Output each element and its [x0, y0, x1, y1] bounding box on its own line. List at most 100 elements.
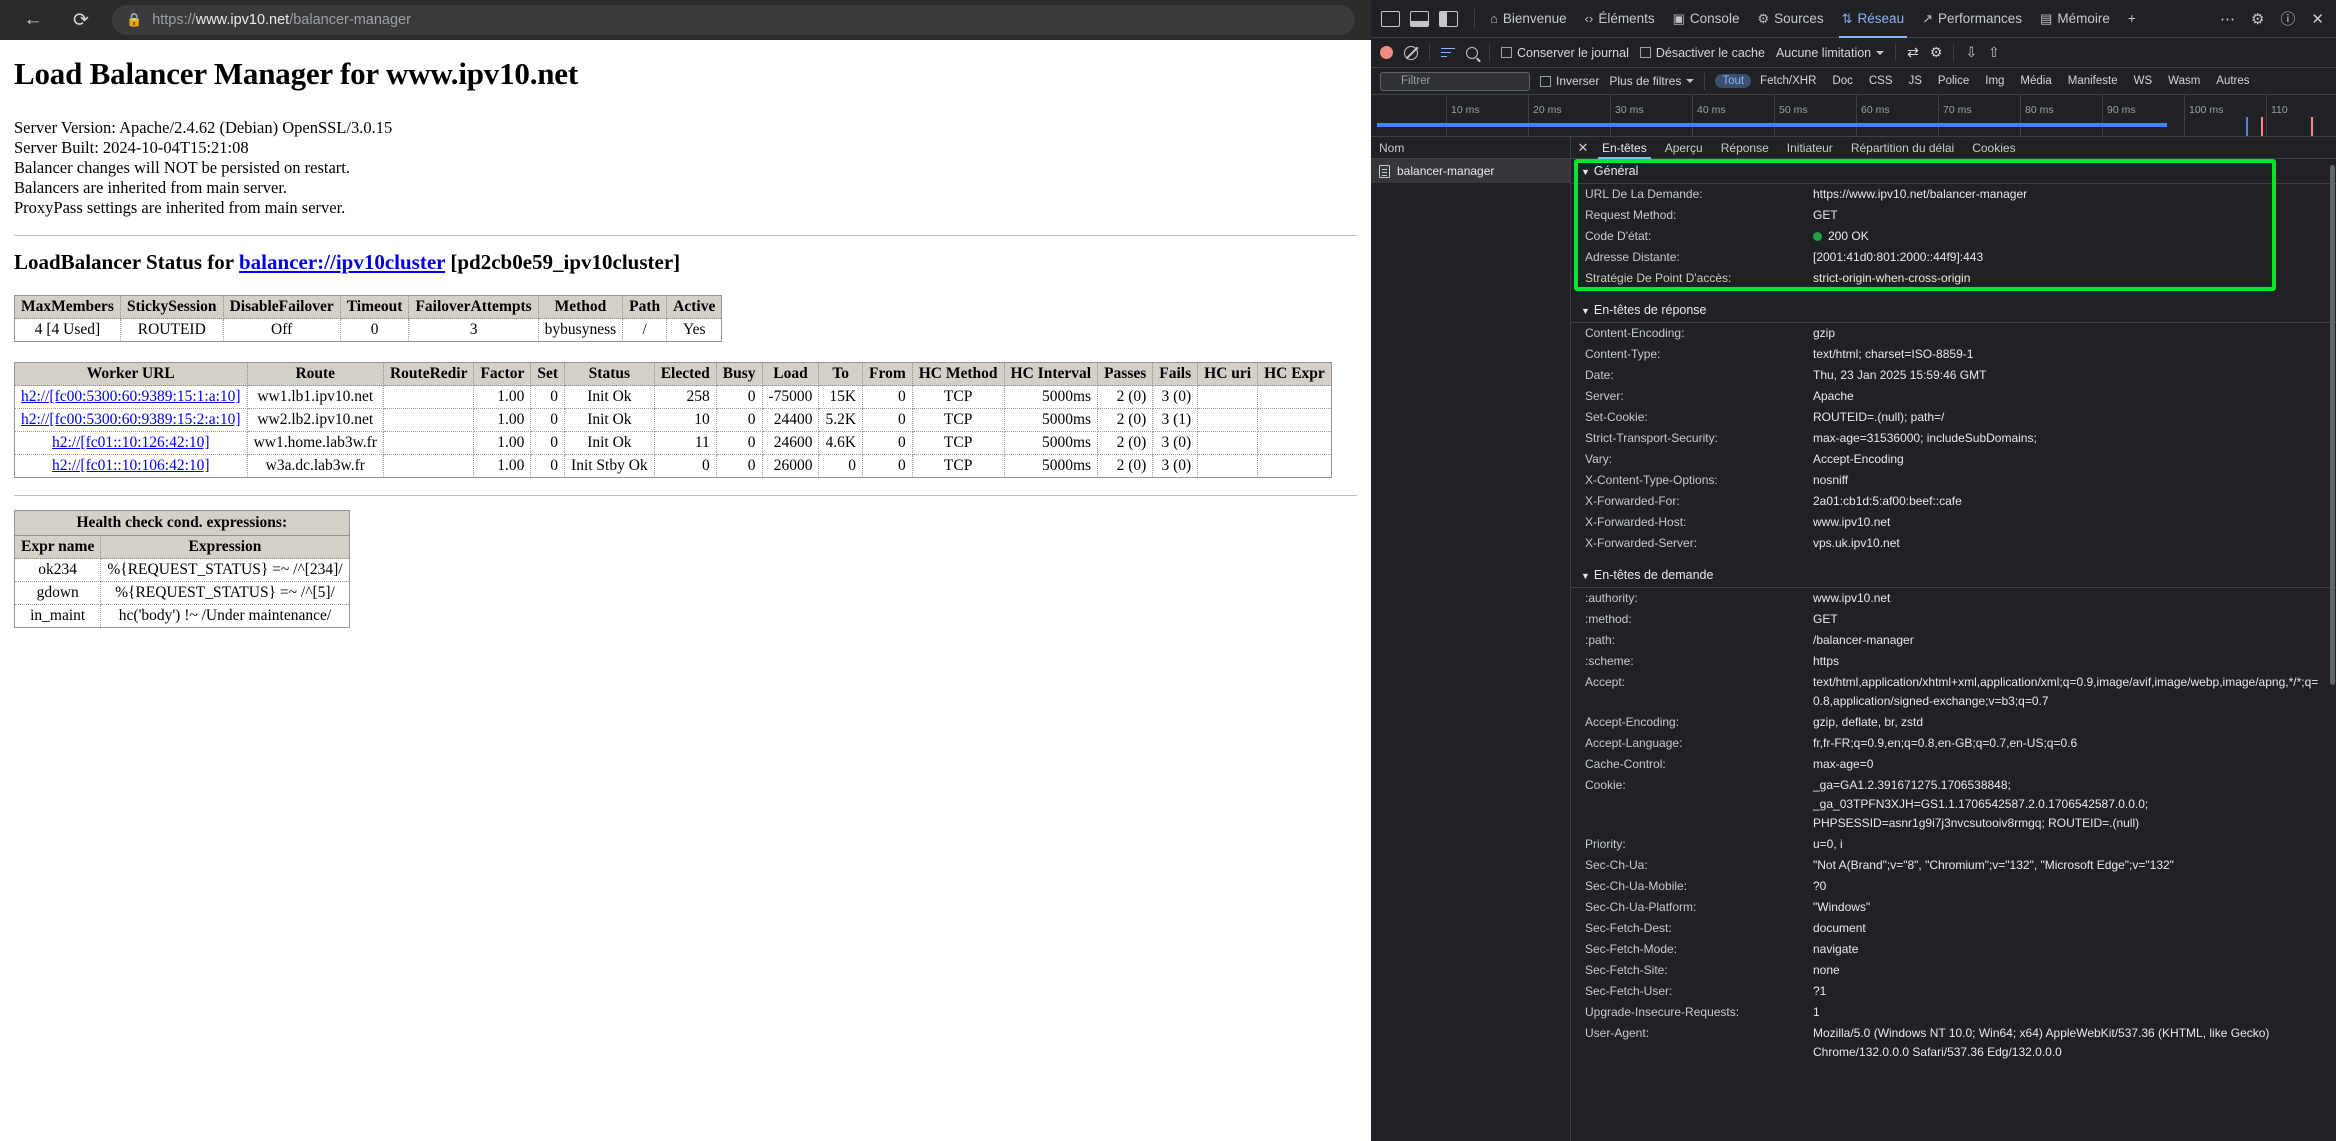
header-row: Priority: u=0, i [1571, 834, 2336, 855]
dock-side-icon[interactable] [1439, 10, 1458, 27]
filter-icon[interactable] [1441, 47, 1455, 59]
table-cell: 3 (0) [1152, 454, 1199, 478]
table-cell: 3 (1) [1152, 408, 1199, 432]
header-key: Content-Encoding: [1585, 326, 1685, 340]
table-cell: 1.00 [473, 408, 532, 432]
detail-tab-enttes[interactable]: En-têtes [1593, 137, 1656, 159]
detail-scrollbar[interactable] [2329, 159, 2336, 1141]
back-arrow-icon[interactable]: ← [16, 3, 50, 37]
filter-chip-css[interactable]: CSS [1862, 74, 1900, 88]
import-har-icon[interactable]: ⇩ [1965, 44, 1977, 61]
header-value: "Windows" [1813, 900, 1871, 914]
filter-chip-tout[interactable]: Tout [1715, 74, 1752, 88]
detail-tab-initiateur[interactable]: Initiateur [1778, 137, 1842, 159]
filter-chip-js[interactable]: JS [1902, 74, 1929, 88]
devtools-tab-bienvenue[interactable]: ⌂ Bienvenue [1481, 0, 1576, 38]
inspect-element-icon[interactable] [1381, 10, 1400, 27]
throttling-select[interactable]: Aucune limitation [1776, 46, 1885, 60]
worker-url-link[interactable]: h2://[fc01::10:106:42:10] [52, 457, 210, 474]
devtools-tab-rseau[interactable]: ⇅ Réseau [1833, 0, 1913, 38]
detail-tab-rponse[interactable]: Réponse [1712, 137, 1778, 159]
section-header[interactable]: ▼ En-têtes de demande [1571, 563, 2336, 588]
network-overview-timeline[interactable]: 10 ms 20 ms 30 ms 40 ms 50 ms 60 ms 70 ms 80 ms… [1371, 95, 2336, 137]
column-header: Timeout [339, 295, 410, 319]
invert-checkbox[interactable]: Inverser [1540, 74, 1599, 88]
worker-url-link[interactable]: h2://[fc00:5300:60:9389:15:2:a:10] [21, 411, 241, 428]
preserve-log-checkbox[interactable]: Conserver le journal [1501, 46, 1629, 60]
table-cell: 5000ms [1003, 408, 1099, 432]
request-list-header[interactable]: Nom [1371, 137, 1570, 159]
table-header-row: Expr name Expression [13, 535, 350, 559]
detail-tab-rpartitiondudlai[interactable]: Répartition du délai [1842, 137, 1963, 159]
filter-chip-wasm[interactable]: Wasm [2161, 74, 2207, 88]
table-row: h2://[fc00:5300:60:9389:15:1:a:10] ww1.lb… [14, 385, 1332, 409]
table-cell: 0 [339, 318, 410, 342]
worker-url-link[interactable]: h2://[fc01::10:126:42:10] [52, 434, 210, 451]
request-row[interactable]: balancer-manager [1371, 159, 1570, 183]
filter-chip-img[interactable]: Img [1978, 74, 2011, 88]
table-cell [1257, 431, 1332, 455]
devtools-tab-actions: ⋯ ⚙ ⓘ ✕ [2220, 8, 2336, 29]
devtools-tab-sources[interactable]: ⚙ Sources [1748, 0, 1832, 38]
header-key: :path: [1585, 633, 1616, 647]
close-icon[interactable]: ✕ [2311, 10, 2324, 28]
header-value: GET [1813, 208, 1838, 222]
devtools-tab-lments[interactable]: ‹› Éléments [1576, 0, 1664, 38]
address-bar[interactable]: 🔒 https://www.ipv10.net/balancer-manager [112, 5, 1355, 35]
add-panel-button[interactable]: + [2119, 0, 2145, 38]
filter-input[interactable]: Filtrer [1380, 71, 1530, 91]
header-value: vps.uk.ipv10.net [1813, 536, 1900, 550]
header-row: Vary: Accept-Encoding [1571, 449, 2336, 470]
record-stop-icon[interactable] [1380, 46, 1393, 59]
filter-chip-doc[interactable]: Doc [1825, 74, 1859, 88]
table-cell [382, 454, 475, 478]
reload-icon[interactable]: ⟳ [64, 3, 98, 37]
header-value: Apache [1813, 389, 1854, 403]
table-cell: 2 (0) [1097, 431, 1154, 455]
table-cell: 0 [530, 454, 566, 478]
more-filters-select[interactable]: Plus de filtres [1609, 74, 1695, 88]
detail-tab-aperu[interactable]: Aperçu [1656, 137, 1712, 159]
timeline-tick: 20 ms [1528, 95, 1562, 136]
filter-chip-manifeste[interactable]: Manifeste [2061, 74, 2125, 88]
worker-table: Worker URL Route RouteRedir Factor Set Status… [14, 362, 1332, 478]
server-line: Balancers are inherited from main server… [14, 178, 288, 197]
filter-chip-mdia[interactable]: Média [2013, 74, 2058, 88]
worker-url-link[interactable]: h2://[fc00:5300:60:9389:15:1:a:10] [21, 388, 241, 405]
detail-scroll-area[interactable]: ▼ Général URL De La Demande: https://www.ip… [1571, 159, 2336, 1141]
help-icon[interactable]: ⓘ [2280, 8, 2295, 29]
section-header[interactable]: ▼ En-têtes de réponse [1571, 298, 2336, 323]
close-detail-icon[interactable]: ✕ [1573, 140, 1593, 156]
tab-label: Réseau [1857, 11, 1905, 26]
disable-cache-checkbox[interactable]: Désactiver le cache [1639, 46, 1765, 60]
clear-network-icon[interactable] [1404, 45, 1418, 60]
detail-tab-cookies[interactable]: Cookies [1963, 137, 2024, 159]
table-header-row: Worker URL Route RouteRedir Factor Set Status… [14, 362, 1332, 386]
header-value: max-age=0 [1813, 757, 1874, 771]
table-cell: ok234 [13, 558, 102, 582]
loadbalancer-status-heading: LoadBalancer Status for balancer://ipv10… [14, 250, 1357, 275]
more-tabs-icon[interactable]: ⋯ [2220, 10, 2235, 28]
header-key: Accept-Encoding: [1585, 715, 1680, 729]
balancer-link[interactable]: balancer://ipv10cluster [239, 250, 445, 274]
filter-chip-police[interactable]: Police [1931, 74, 1976, 88]
filter-chip-autres[interactable]: Autres [2209, 74, 2256, 88]
section-header[interactable]: ▼ Général [1571, 159, 2336, 184]
header-row: Content-Type: text/html; charset=ISO-8859… [1571, 344, 2336, 365]
export-har-icon[interactable]: ⇧ [1988, 44, 2000, 61]
device-toolbar-icon[interactable] [1410, 10, 1429, 27]
tab-label: Éléments [1598, 11, 1655, 26]
settings-gear-icon[interactable]: ⚙ [2251, 10, 2264, 28]
devtools-tab-performances[interactable]: ↗ Performances [1913, 0, 2031, 38]
column-header: DisableFailover [222, 295, 341, 319]
devtools-tab-mmoire[interactable]: ▤ Mémoire [2031, 0, 2119, 38]
search-icon[interactable] [1466, 46, 1478, 59]
filter-chip-ws[interactable]: WS [2127, 74, 2160, 88]
network-conditions-icon[interactable]: ⇄ [1907, 44, 1919, 61]
filter-chip-fetchxhr[interactable]: Fetch/XHR [1753, 74, 1823, 88]
table-cell [1257, 385, 1332, 409]
header-row: Adresse Distante: [2001:41d0:801:2000::44… [1571, 247, 2336, 268]
devtools-tab-console[interactable]: ▣ Console [1664, 0, 1749, 38]
table-row: h2://[fc00:5300:60:9389:15:2:a:10] ww2.lb… [14, 408, 1332, 432]
network-settings-icon[interactable]: ⚙ [1930, 44, 1943, 61]
